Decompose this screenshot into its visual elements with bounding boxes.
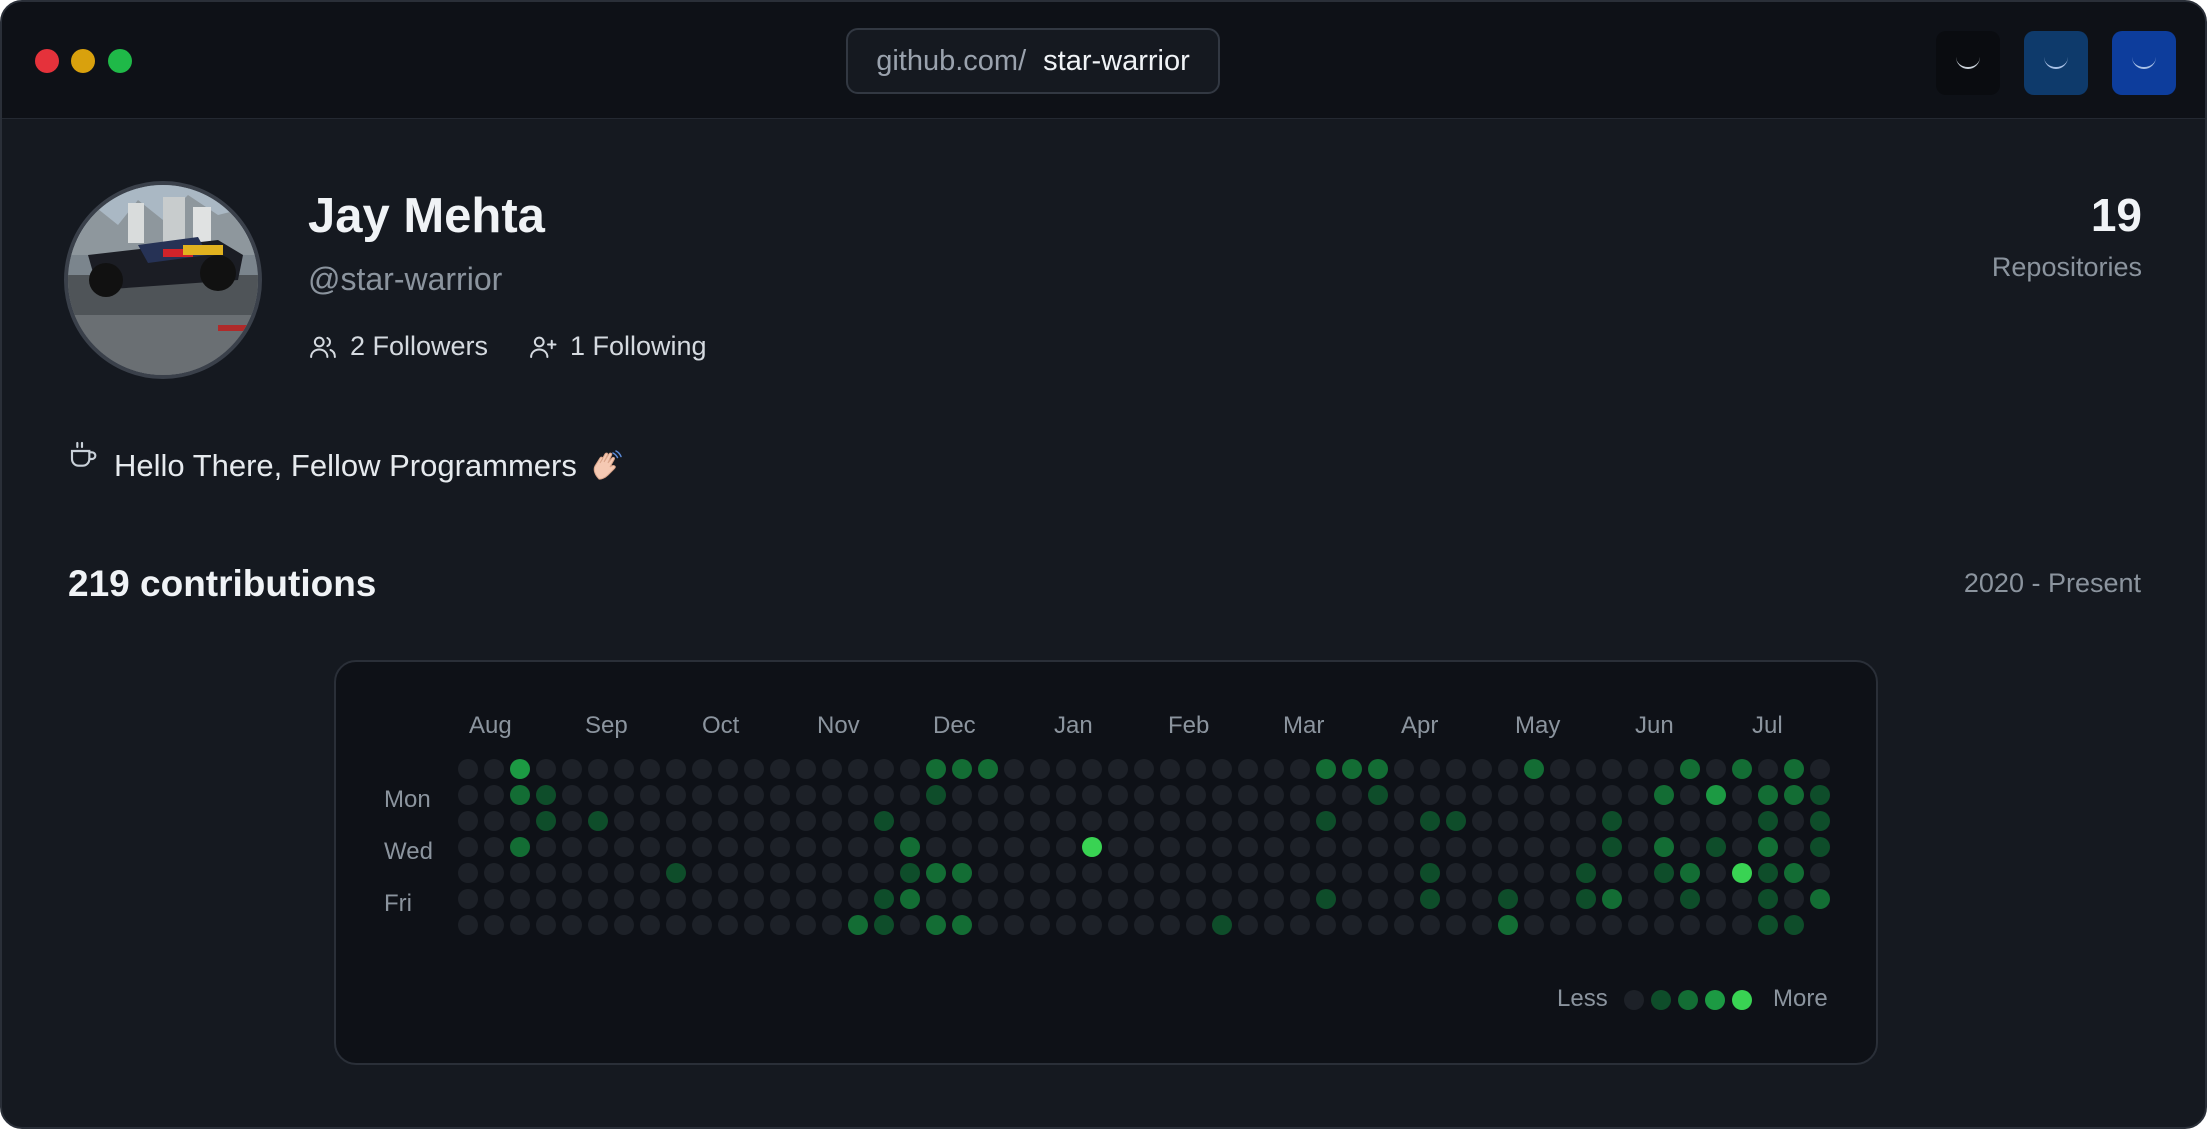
race-car-photo — [68, 185, 258, 375]
users-icon — [310, 336, 336, 358]
smile-icon — [1956, 57, 1980, 69]
avatar — [64, 181, 262, 379]
bio: Hello There, Fellow Programmers — [68, 439, 625, 485]
url-bar[interactable]: github.com/ star-warrior — [846, 28, 1220, 94]
repositories-label: Repositories — [1991, 252, 2142, 282]
followers-link[interactable]: 2 Followers — [308, 331, 488, 362]
following-label: 1 Following — [570, 331, 707, 361]
month-label: Feb — [1168, 712, 1210, 739]
profile-name: Jay Mehta — [308, 189, 545, 243]
waving-hand-icon — [593, 450, 622, 480]
month-label: Jul — [1752, 712, 1783, 739]
month-label: Apr — [1401, 712, 1439, 739]
theme-blue-button[interactable] — [2112, 31, 2176, 95]
month-label: May — [1515, 712, 1561, 739]
repositories-count: 19 — [2090, 189, 2142, 241]
month-label: Aug — [469, 712, 512, 739]
month-label: Jun — [1635, 712, 1674, 739]
browser-window: github.com/ star-warrior Jay Mehta @star… — [0, 0, 2207, 1129]
contributions-title: 219 contributions — [68, 563, 377, 604]
title-bar: github.com/ star-warrior — [2, 2, 2205, 119]
day-label: Mon — [384, 786, 431, 813]
followers-label: 2 Followers — [350, 331, 489, 361]
month-label: Sep — [585, 712, 628, 739]
bio-text: Hello There, Fellow Programmers — [114, 448, 577, 483]
month-label: Dec — [933, 712, 976, 739]
url-host: github.com/ — [876, 44, 1027, 77]
close-window-button[interactable] — [35, 49, 59, 73]
coffee-icon — [70, 441, 97, 467]
maximize-window-button[interactable] — [108, 49, 132, 73]
following-link[interactable]: 1 Following — [528, 331, 707, 362]
month-label: Nov — [817, 712, 860, 739]
profile-handle: @star-warrior — [308, 261, 503, 297]
smile-icon — [2132, 57, 2156, 69]
contributions-range: 2020 - Present — [1963, 568, 2141, 598]
theme-dark-button[interactable] — [1936, 31, 2000, 95]
smile-icon — [2044, 57, 2068, 69]
user-plus-icon — [530, 336, 557, 358]
url-path: star-warrior — [1043, 44, 1190, 77]
month-label: Mar — [1283, 712, 1325, 739]
theme-dimmed-button[interactable] — [2024, 31, 2088, 95]
day-label: Fri — [384, 890, 412, 917]
legend-more-label: More — [1773, 985, 1828, 1012]
month-label: Oct — [702, 712, 740, 739]
minimize-window-button[interactable] — [71, 49, 95, 73]
legend-less-label: Less — [1557, 985, 1608, 1012]
day-label: Wed — [384, 838, 433, 865]
month-label: Jan — [1054, 712, 1093, 739]
